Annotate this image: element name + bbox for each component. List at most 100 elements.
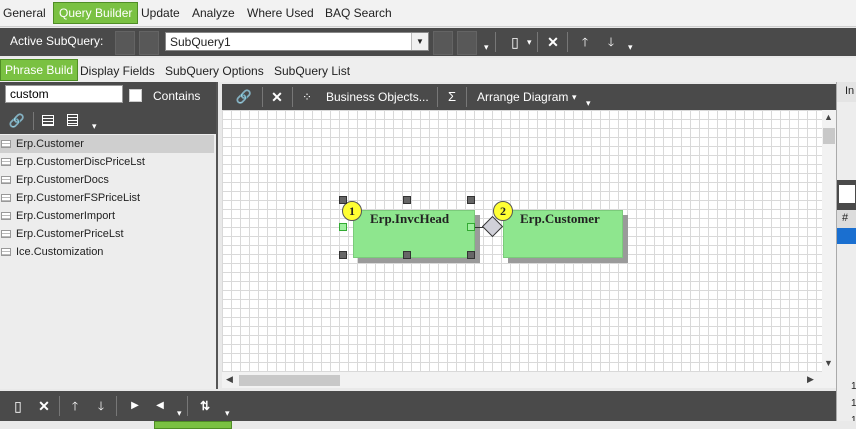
scroll-down-icon[interactable]: ▼ xyxy=(824,358,833,368)
overflow-caret-icon[interactable]: ▾ xyxy=(177,408,182,419)
table-search-input[interactable] xyxy=(5,85,123,103)
resize-handle[interactable] xyxy=(467,251,475,259)
scroll-up-icon[interactable]: ▲ xyxy=(824,112,833,122)
sort-az-icon[interactable]: ⇅ xyxy=(195,395,215,417)
subquery-toolbar: Active SubQuery: SubQuery1 ▼ ▾ ▯ ▾ ✕ 🡑 🡓… xyxy=(0,28,856,56)
sum-icon[interactable]: Σ xyxy=(448,89,456,104)
first-subquery-button[interactable] xyxy=(115,31,135,55)
arrange-diagram-button[interactable]: Arrange Diagram xyxy=(477,90,568,104)
separator xyxy=(495,32,496,52)
new-dropdown-caret-icon[interactable]: ▾ xyxy=(527,37,532,48)
resize-handle[interactable] xyxy=(339,223,347,231)
grid-header: # xyxy=(837,210,856,228)
scroll-left-icon[interactable]: ◀ xyxy=(226,374,233,385)
new-subquery-icon[interactable]: ▯ xyxy=(505,31,525,53)
separator xyxy=(33,112,34,130)
table-icon[interactable] xyxy=(42,115,54,126)
horizontal-scrollbar[interactable]: ◀ ▶ xyxy=(222,372,836,388)
table-icon xyxy=(1,176,11,184)
grid-cell: 1 xyxy=(851,398,856,409)
grid-cell: 1 xyxy=(851,381,856,392)
resize-handle[interactable] xyxy=(339,251,347,259)
business-objects-icon[interactable]: ⁘ xyxy=(297,86,317,108)
list-item[interactable]: Erp.CustomerImport xyxy=(0,207,214,225)
scroll-thumb[interactable] xyxy=(823,128,835,144)
bottom-strip xyxy=(0,421,856,429)
list-item[interactable]: Ice.Customization xyxy=(0,243,214,261)
table-icon xyxy=(1,194,11,202)
top-tab-bar: General Query Builder Update Analyze Whe… xyxy=(0,0,856,27)
last-subquery-button[interactable] xyxy=(457,31,477,55)
table-settings-icon[interactable] xyxy=(67,114,78,126)
table-icon xyxy=(1,158,11,166)
list-item[interactable]: Erp.CustomerPriceLst xyxy=(0,225,214,243)
tab-subquery-list[interactable]: SubQuery List xyxy=(274,64,350,78)
overflow-caret-icon[interactable]: ▾ xyxy=(628,42,633,53)
list-item[interactable]: Erp.CustomerFSPriceList xyxy=(0,189,214,207)
left-arrow-icon[interactable]: ◀ xyxy=(150,395,170,417)
separator xyxy=(437,87,438,107)
tab-where-used[interactable]: Where Used xyxy=(247,6,314,20)
move-up-icon[interactable]: 🡑 xyxy=(65,395,85,417)
new-icon[interactable]: ▯ xyxy=(8,395,28,417)
separator xyxy=(567,32,568,52)
next-subquery-button[interactable] xyxy=(433,31,453,55)
list-item[interactable]: Erp.CustomerDocs xyxy=(0,171,214,189)
diagram-toolbar: 🔗 ✕ ⁘ Business Objects... Σ Arrange Diag… xyxy=(222,84,836,110)
grid-row-selected[interactable] xyxy=(837,228,856,244)
tab-general[interactable]: General xyxy=(3,6,46,20)
vertical-scrollbar[interactable]: ▲ ▼ xyxy=(822,110,836,372)
separator xyxy=(292,87,293,107)
list-item[interactable]: Erp.Customer xyxy=(0,135,214,153)
table-icon xyxy=(1,212,11,220)
overflow-caret-icon[interactable]: ▾ xyxy=(92,121,97,132)
move-down-icon[interactable]: 🡓 xyxy=(91,395,111,417)
tab-subquery-options[interactable]: SubQuery Options xyxy=(165,64,264,78)
contains-label: Contains xyxy=(153,89,201,103)
delete-icon[interactable]: ✕ xyxy=(34,395,54,417)
scroll-right-icon[interactable]: ▶ xyxy=(807,374,814,385)
list-item[interactable]: Erp.CustomerDiscPriceLst xyxy=(0,153,214,171)
scroll-thumb[interactable] xyxy=(239,375,340,386)
right-arrow-icon[interactable]: ▶ xyxy=(125,395,145,417)
subquery-select[interactable]: SubQuery1 ▼ xyxy=(165,32,429,51)
move-down-icon[interactable]: 🡓 xyxy=(601,31,621,53)
panel-input[interactable] xyxy=(839,185,855,203)
tab-update[interactable]: Update xyxy=(141,6,180,20)
contains-checkbox[interactable] xyxy=(129,89,142,102)
resize-handle[interactable] xyxy=(403,251,411,259)
overflow-caret-icon[interactable]: ▾ xyxy=(484,42,489,53)
resize-handle[interactable] xyxy=(467,196,475,204)
node-title: Erp.InvcHead xyxy=(370,211,450,226)
arrange-dropdown-caret-icon[interactable]: ▾ xyxy=(572,92,577,103)
separator xyxy=(116,396,117,416)
separator xyxy=(537,32,538,52)
overflow-caret-icon[interactable]: ▾ xyxy=(225,408,230,419)
delete-icon[interactable]: ✕ xyxy=(267,86,287,108)
tab-analyze[interactable]: Analyze xyxy=(192,6,235,20)
move-up-icon[interactable]: 🡑 xyxy=(575,31,595,53)
active-subquery-label: Active SubQuery: xyxy=(10,34,104,48)
chevron-down-icon[interactable]: ▼ xyxy=(411,33,428,50)
delete-subquery-icon[interactable]: ✕ xyxy=(543,31,563,53)
node-number-badge: 2 xyxy=(493,201,513,221)
bottom-tab-active[interactable] xyxy=(154,421,232,429)
tab-phrase-build[interactable]: Phrase Build xyxy=(0,59,79,81)
right-side-panel: In # 1 1 1 xyxy=(836,82,856,429)
tab-baq-search[interactable]: BAQ Search xyxy=(325,6,392,20)
link-icon[interactable]: 🔗 xyxy=(234,86,254,108)
prev-subquery-button[interactable] xyxy=(139,31,159,55)
link-icon[interactable]: 🔗 xyxy=(7,110,27,132)
subquery-select-value: SubQuery1 xyxy=(170,35,231,49)
panel-header-label: In xyxy=(845,85,855,97)
tab-query-builder[interactable]: Query Builder xyxy=(53,2,139,24)
table-icon xyxy=(1,248,11,256)
tab-display-fields[interactable]: Display Fields xyxy=(80,64,155,78)
separator xyxy=(466,87,467,107)
resize-handle[interactable] xyxy=(339,196,347,204)
overflow-caret-icon[interactable]: ▾ xyxy=(586,98,591,109)
resize-handle[interactable] xyxy=(403,196,411,204)
business-objects-button[interactable]: Business Objects... xyxy=(326,90,429,104)
resize-handle[interactable] xyxy=(467,223,475,231)
table-browser-toolbar: 🔗 ▾ xyxy=(0,108,216,134)
